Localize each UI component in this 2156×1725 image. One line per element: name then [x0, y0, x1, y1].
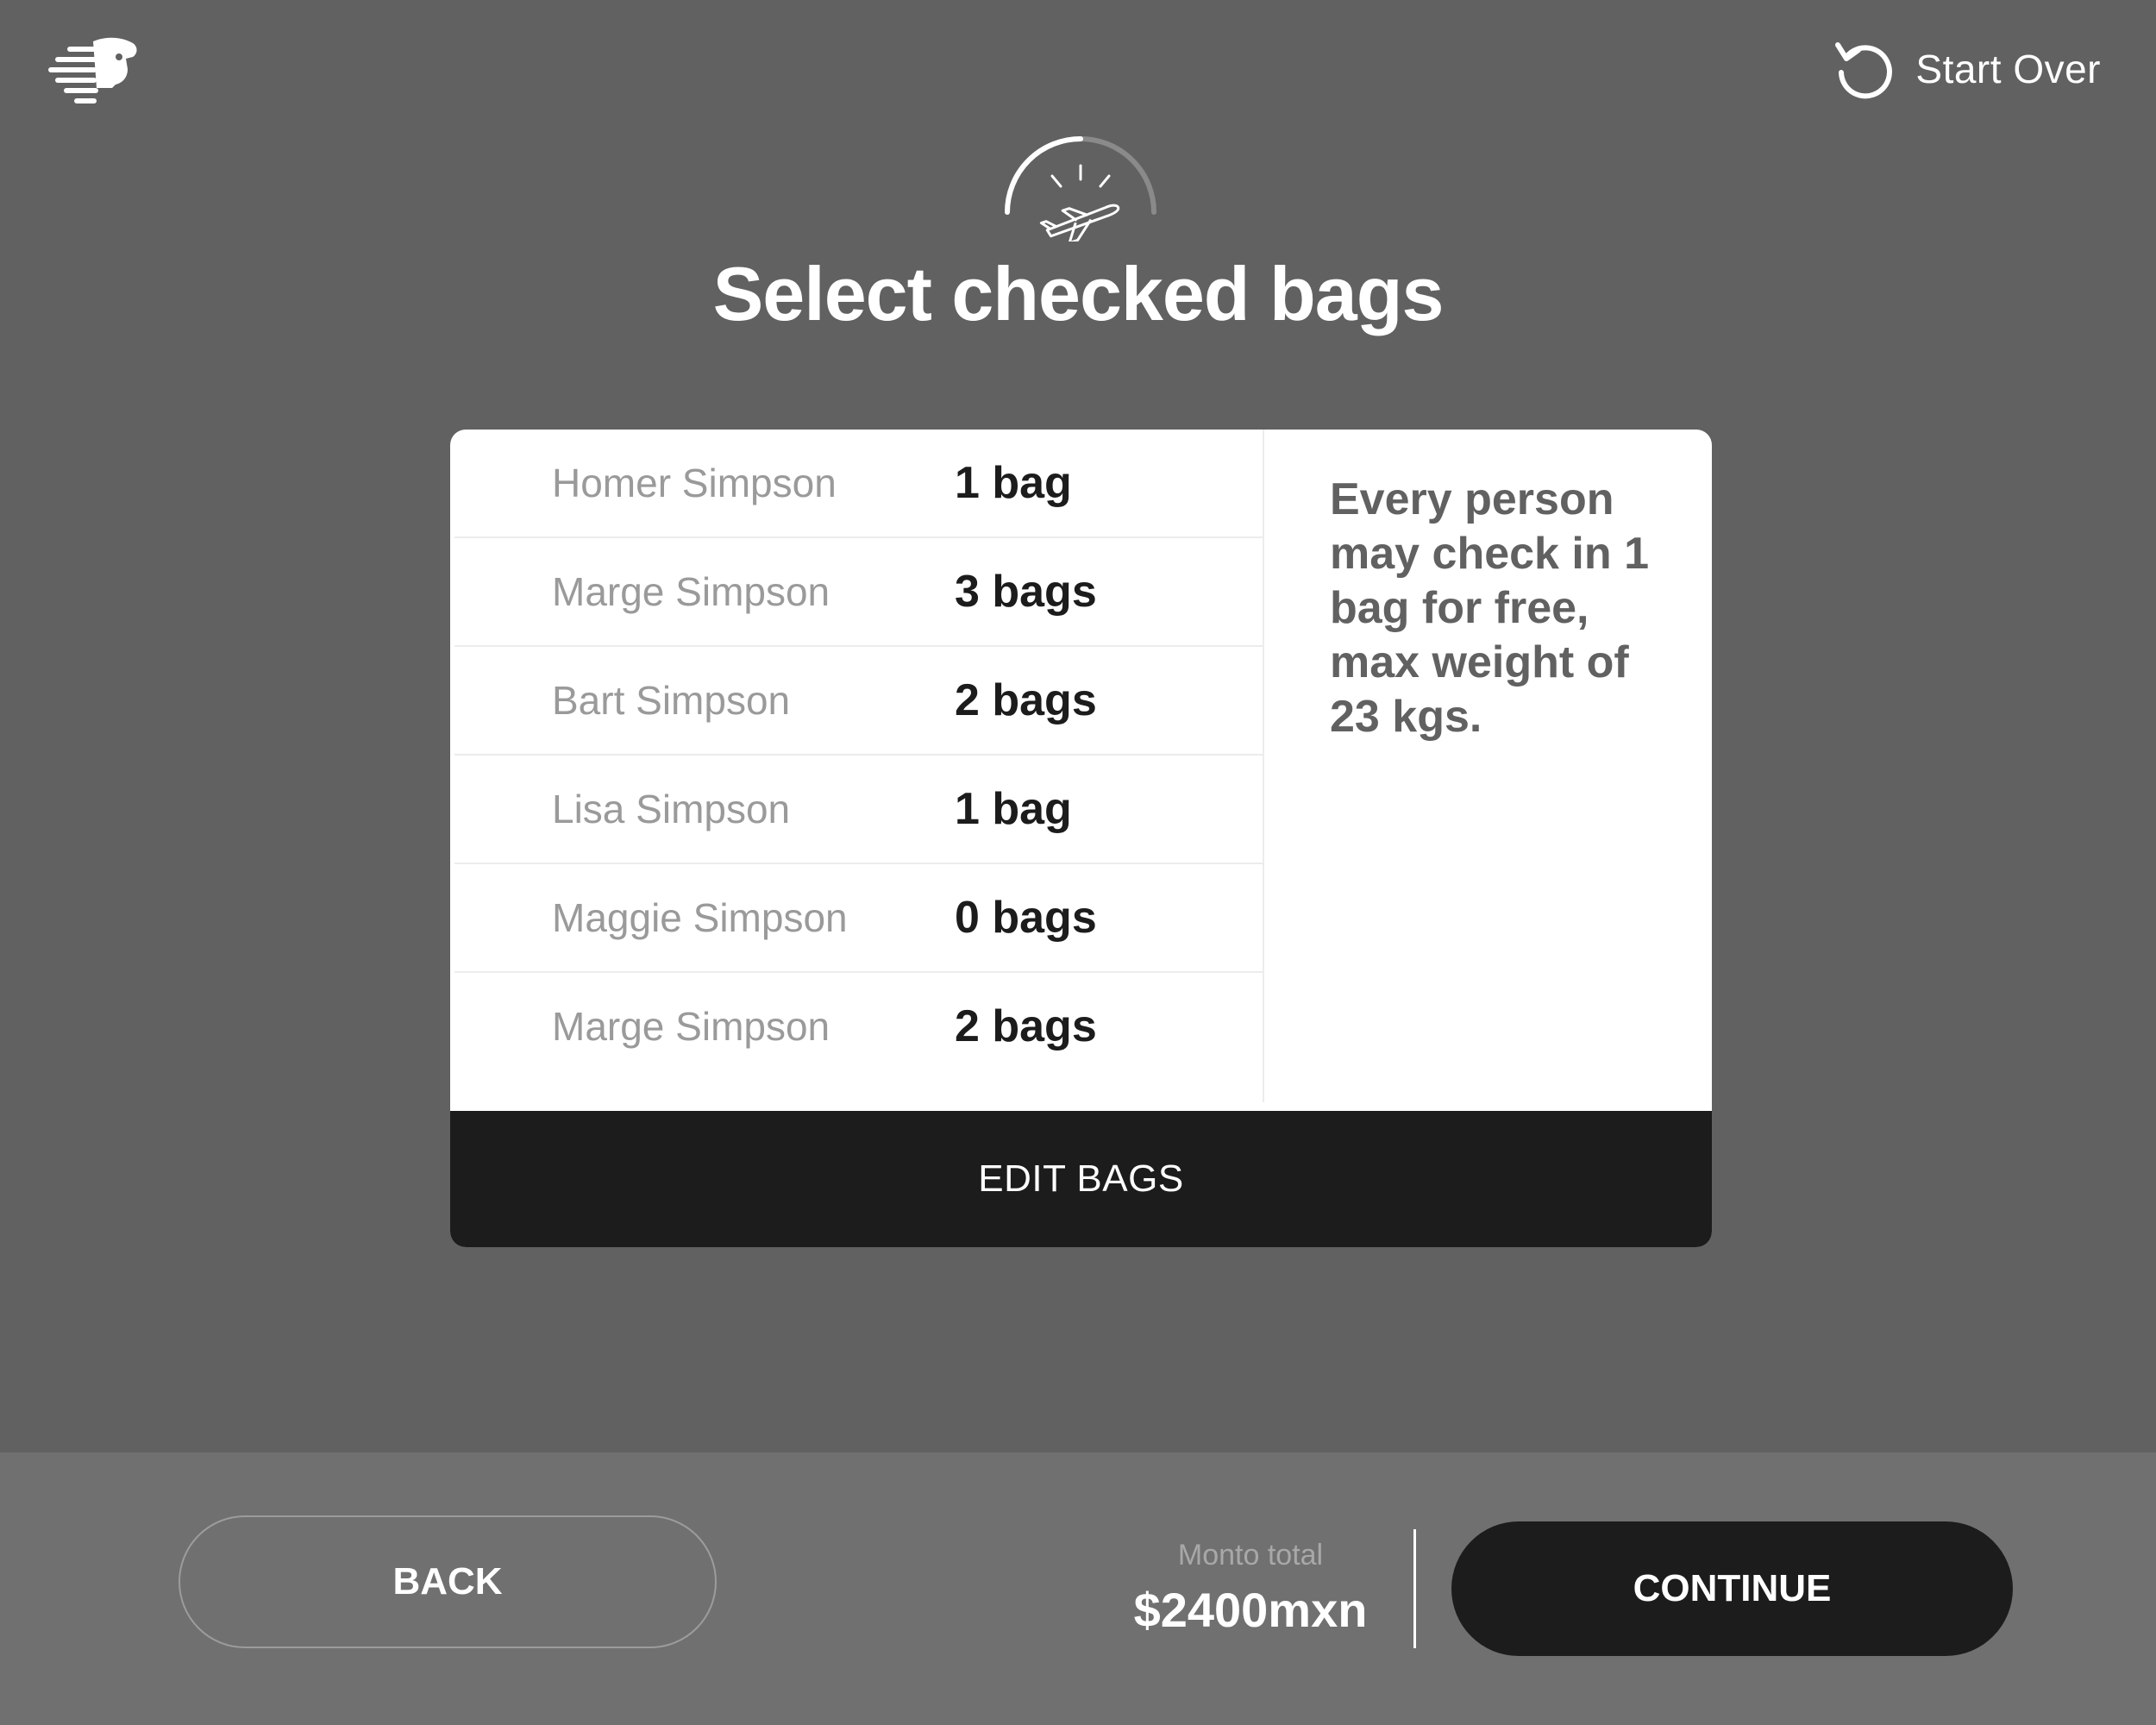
- passenger-bag-count: 0 bags: [955, 893, 1097, 943]
- passenger-row: Marge Simpson 3 bags: [454, 538, 1263, 647]
- edit-bags-button[interactable]: EDIT BAGS: [450, 1111, 1712, 1247]
- passenger-name: Bart Simpson: [552, 678, 791, 723]
- passenger-name: Lisa Simpson: [552, 787, 791, 831]
- passenger-row: Homer Simpson 1 bag: [454, 430, 1263, 538]
- total-label: Monto total: [1177, 1539, 1324, 1571]
- passenger-bag-count: 1 bag: [955, 784, 1072, 834]
- card-body: Homer Simpson 1 bag Marge Simpson 3 bags…: [450, 430, 1712, 1111]
- passenger-bag-count: 3 bags: [955, 567, 1097, 617]
- back-button[interactable]: BACK: [179, 1515, 717, 1648]
- footer-divider: [1413, 1529, 1416, 1648]
- passenger-bag-count: 2 bags: [955, 675, 1097, 725]
- passenger-row: Maggie Simpson 0 bags: [454, 864, 1263, 973]
- passenger-row: Lisa Simpson 1 bag: [454, 756, 1263, 864]
- free-bag-info: Every person may check in 1 bag for free…: [1330, 474, 1649, 742]
- total-amount: $2400mxn: [1133, 1583, 1368, 1637]
- departing-plane-progress-icon: [999, 129, 1163, 245]
- passenger-name: Homer Simpson: [552, 461, 837, 505]
- start-over-button[interactable]: Start Over: [1833, 34, 2101, 104]
- start-over-label: Start Over: [1915, 47, 2101, 91]
- passenger-list: Homer Simpson 1 bag Marge Simpson 3 bags…: [450, 430, 1264, 1102]
- passenger-row: Marge Simpson 2 bags: [454, 973, 1263, 1080]
- passenger-name: Maggie Simpson: [552, 895, 848, 940]
- checked-bags-card: Homer Simpson 1 bag Marge Simpson 3 bags…: [450, 430, 1712, 1247]
- passenger-bag-count: 1 bag: [955, 458, 1072, 508]
- page-title: Select checked bags: [712, 251, 1445, 336]
- restart-icon: [1833, 38, 1895, 100]
- passenger-row: Bart Simpson 2 bags: [454, 647, 1263, 756]
- footer: BACK Monto total $2400mxn CONTINUE: [0, 1452, 2156, 1725]
- passenger-name: Marge Simpson: [552, 569, 830, 614]
- passenger-name: Marge Simpson: [552, 1004, 830, 1049]
- aeromexico-logo-icon: [48, 34, 140, 107]
- passenger-bag-count: 2 bags: [955, 1001, 1097, 1051]
- continue-button[interactable]: CONTINUE: [1451, 1521, 2013, 1656]
